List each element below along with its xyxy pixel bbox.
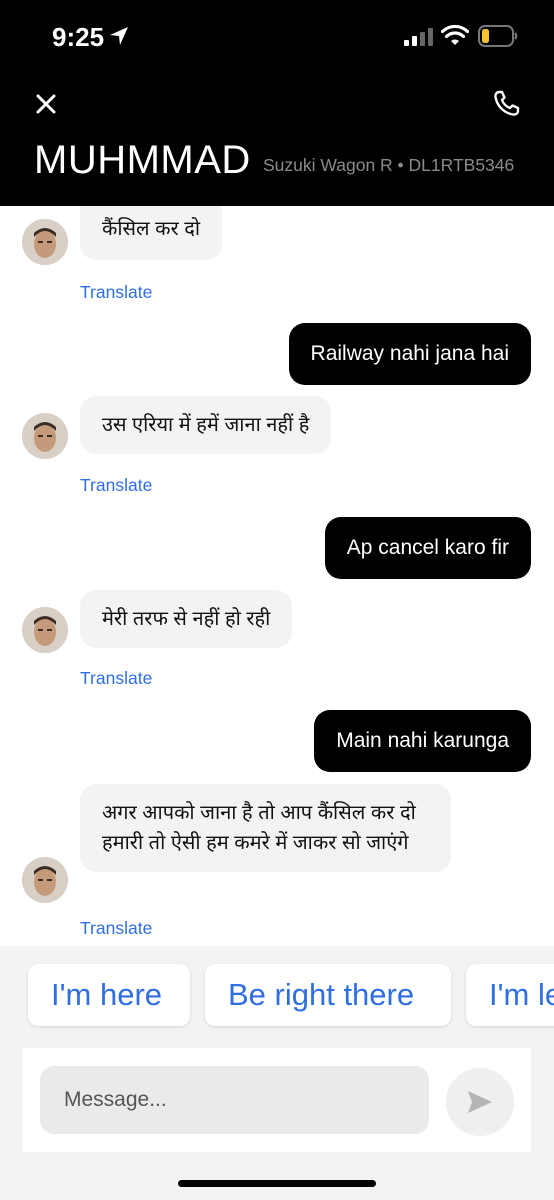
- driver-name: MUHMMAD: [34, 138, 251, 182]
- home-indicator[interactable]: [178, 1180, 376, 1187]
- outgoing-message: Ap cancel karo fir: [324, 517, 531, 579]
- send-icon: [468, 1091, 492, 1113]
- close-icon[interactable]: [28, 86, 64, 122]
- message-input[interactable]: [40, 1066, 429, 1134]
- incoming-message: उस एरिया में हमें जाना नहीं है: [80, 396, 332, 454]
- outgoing-message: Railway nahi jana hai: [288, 323, 531, 385]
- cellular-signal-icon: [404, 28, 433, 46]
- incoming-message: अगर आपको जाना है तो आप कैंसिल कर दो हमार…: [80, 784, 451, 872]
- battery-low-icon: [478, 25, 518, 47]
- translate-link[interactable]: Translate: [80, 475, 152, 496]
- translate-link[interactable]: Translate: [80, 668, 152, 689]
- location-arrow-icon: [110, 27, 128, 45]
- wifi-icon: [441, 24, 469, 45]
- status-time: 9:25: [52, 22, 105, 52]
- avatar: [22, 413, 68, 459]
- message-list[interactable]: कैंसिल कर दो Translate Railway nahi jana…: [0, 206, 554, 946]
- quick-replies-bar[interactable]: I'm here Be right there I'm le: [0, 946, 554, 1048]
- send-button[interactable]: [446, 1068, 514, 1136]
- incoming-message: कैंसिल कर दो: [80, 206, 223, 260]
- translate-link[interactable]: Translate: [80, 282, 152, 303]
- avatar: [22, 857, 68, 903]
- outgoing-message: Main nahi karunga: [314, 710, 531, 772]
- avatar: [22, 607, 68, 653]
- quick-reply-chip[interactable]: I'm le: [466, 964, 554, 1026]
- quick-reply-chip[interactable]: I'm here: [28, 964, 190, 1026]
- incoming-message: मेरी तरफ से नहीं हो रही: [80, 590, 293, 648]
- phone-icon[interactable]: [488, 84, 526, 122]
- translate-link[interactable]: Translate: [80, 918, 152, 939]
- quick-reply-chip[interactable]: Be right there: [205, 964, 451, 1026]
- vehicle-info: Suzuki Wagon R • DL1RTB5346: [263, 155, 515, 175]
- chat-header: 9:25 MUHMMAD Suzuki Wagon R • DL1RTB5346: [0, 0, 554, 206]
- avatar: [22, 219, 68, 265]
